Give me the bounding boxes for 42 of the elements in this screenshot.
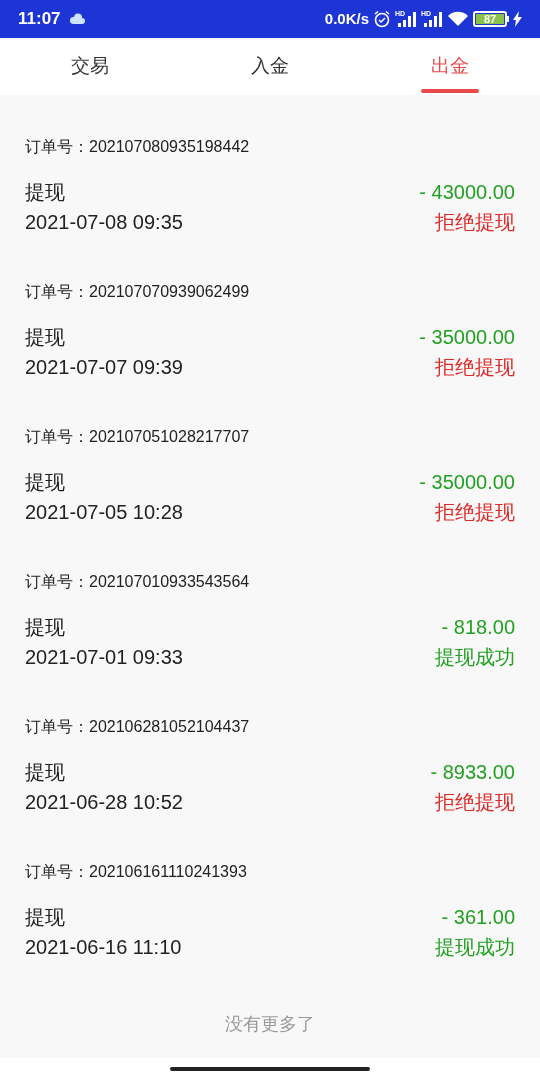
amount: - 818.00 xyxy=(441,615,515,640)
transaction-time: 2021-07-05 10:28 xyxy=(25,500,183,525)
transaction-time: 2021-06-16 11:10 xyxy=(25,935,182,960)
charging-icon xyxy=(513,11,522,27)
transaction-time: 2021-07-07 09:39 xyxy=(25,355,183,380)
transaction-type: 提现 xyxy=(25,905,65,930)
order-number: 订单号：202106281052104437 xyxy=(25,717,250,737)
transaction-type: 提现 xyxy=(25,615,65,640)
status-label: 拒绝提现 xyxy=(435,210,515,235)
status-label: 拒绝提现 xyxy=(435,790,515,815)
order-number: 订单号：202107051028217707 xyxy=(25,427,250,447)
order-number: 订单号：202106161110241393 xyxy=(25,862,247,882)
clock-time: 11:07 xyxy=(18,8,61,31)
amount: - 35000.00 xyxy=(419,325,515,350)
tab[interactable]: 交易 xyxy=(0,38,180,95)
tab[interactable]: 入金 xyxy=(180,38,360,95)
battery-icon: 87 xyxy=(473,11,509,27)
no-more-text: 没有更多了 xyxy=(225,1013,315,1036)
network-speed: 0.0K/s xyxy=(324,8,369,29)
transaction-time: 2021-07-08 09:35 xyxy=(25,210,183,235)
transaction-time: 2021-07-01 09:33 xyxy=(25,645,183,670)
status-label: 提现成功 xyxy=(435,935,515,960)
order-number: 订单号：202107070939062499 xyxy=(25,282,250,302)
tab[interactable]: 出金 xyxy=(360,38,540,95)
cloud-icon xyxy=(68,13,85,25)
amount: - 35000.00 xyxy=(419,470,515,495)
amount: - 361.00 xyxy=(441,905,515,930)
transaction-type: 提现 xyxy=(25,470,65,495)
order-number: 订单号：202107010933543564 xyxy=(25,572,250,592)
transaction-type: 提现 xyxy=(25,180,65,205)
status-label: 拒绝提现 xyxy=(435,500,515,525)
status-label: 提现成功 xyxy=(435,645,515,670)
transaction-type: 提现 xyxy=(25,760,65,785)
alarm-icon xyxy=(373,10,391,28)
status-label: 拒绝提现 xyxy=(435,355,515,380)
transaction-type: 提现 xyxy=(25,325,65,350)
transaction-time: 2021-06-28 10:52 xyxy=(25,790,183,815)
order-number: 订单号：202107080935198442 xyxy=(25,137,250,157)
tab-indicator xyxy=(421,89,479,93)
amount: - 43000.00 xyxy=(419,180,515,205)
wifi-icon xyxy=(447,11,469,27)
amount: - 8933.00 xyxy=(430,760,515,785)
